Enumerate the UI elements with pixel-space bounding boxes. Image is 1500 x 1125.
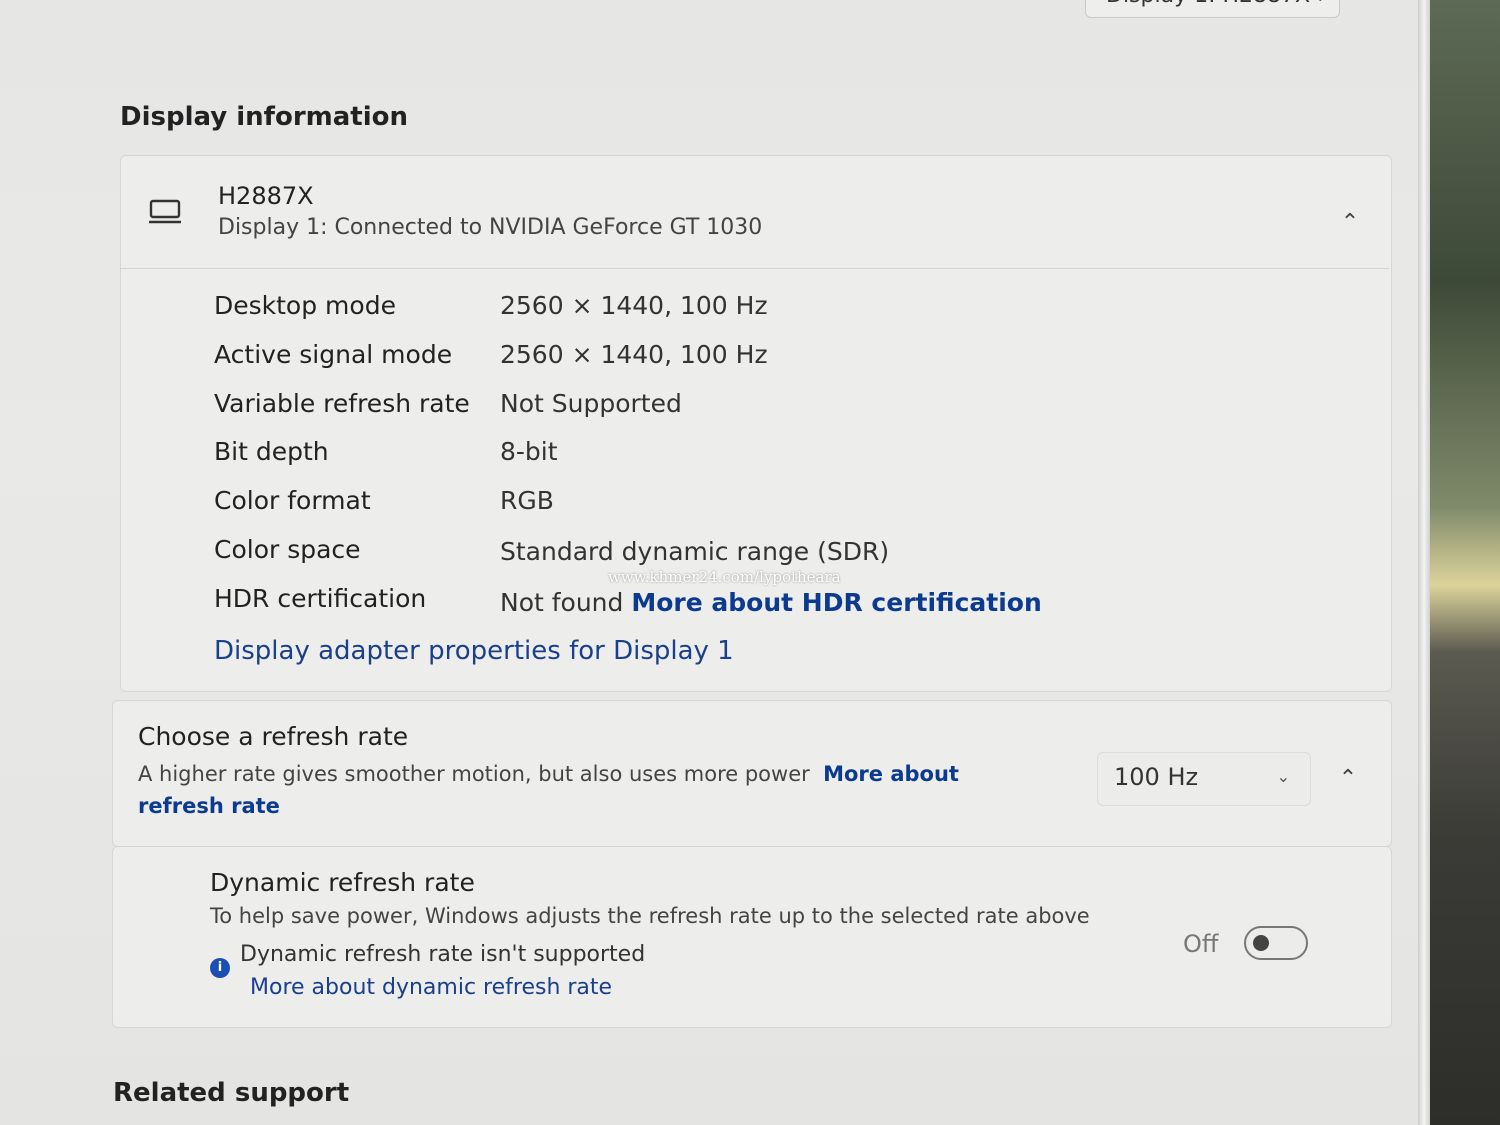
value-color-format: RGB — [500, 486, 554, 515]
section-title-related-support: Related support — [113, 1078, 350, 1108]
dynamic-refresh-note: Dynamic refresh rate isn't supported — [240, 942, 646, 967]
value-bit-depth: 8-bit — [500, 437, 558, 466]
label-hdr-certification: HDR certification — [214, 584, 427, 613]
display-select-value: Display 1: H2887X — [1106, 0, 1310, 8]
display-subtitle: Display 1: Connected to NVIDIA GeForce G… — [218, 215, 763, 240]
display-name: H2887X — [218, 182, 314, 210]
toggle-state-label: Off — [1183, 930, 1219, 958]
divider — [121, 268, 1389, 269]
watermark: www.khmer24.com/lypotheara — [608, 568, 841, 586]
chevron-down-icon: ⌄ — [1276, 767, 1290, 786]
refresh-rate-select[interactable]: 100 Hz ⌄ — [1097, 752, 1311, 806]
display-select[interactable]: Display 1: H2887X ⌄ — [1085, 0, 1340, 18]
dynamic-refresh-description: To help save power, Windows adjusts the … — [210, 904, 1090, 928]
value-desktop-mode: 2560 × 1440, 100 Hz — [500, 291, 768, 320]
value-variable-refresh-rate: Not Supported — [500, 389, 682, 418]
dynamic-refresh-title: Dynamic refresh rate — [210, 868, 475, 897]
label-desktop-mode: Desktop mode — [214, 291, 396, 320]
label-bit-depth: Bit depth — [214, 437, 329, 466]
hdr-status: Not found — [500, 588, 624, 617]
toggle-knob — [1253, 935, 1269, 951]
monitor-icon — [149, 199, 181, 224]
background-outside-screen — [1430, 0, 1500, 1125]
label-color-space: Color space — [214, 535, 361, 564]
settings-window: Display 1: H2887X ⌄ Display information … — [0, 0, 1425, 1125]
value-color-space: Standard dynamic range (SDR) — [500, 537, 890, 566]
section-title-display-information: Display information — [120, 102, 409, 132]
display-adapter-properties-link[interactable]: Display adapter properties for Display 1 — [214, 636, 734, 666]
label-color-format: Color format — [214, 486, 371, 515]
chevron-up-icon[interactable]: ⌃ — [1333, 764, 1363, 794]
refresh-rate-description: A higher rate gives smoother motion, but… — [138, 758, 1018, 822]
dynamic-refresh-link[interactable]: More about dynamic refresh rate — [250, 975, 612, 1000]
refresh-rate-value: 100 Hz — [1114, 763, 1199, 791]
chevron-down-icon: ⌄ — [1314, 0, 1327, 13]
label-active-signal-mode: Active signal mode — [214, 340, 453, 369]
info-icon: i — [210, 958, 230, 978]
value-hdr-certification: Not found More about HDR certification — [500, 588, 1042, 617]
hdr-certification-link[interactable]: More about HDR certification — [631, 588, 1041, 617]
refresh-rate-title: Choose a refresh rate — [138, 722, 409, 751]
label-variable-refresh-rate: Variable refresh rate — [214, 389, 470, 418]
chevron-up-icon[interactable]: ⌃ — [1335, 208, 1365, 238]
refresh-rate-desc-text: A higher rate gives smoother motion, but… — [138, 762, 810, 786]
monitor-bezel — [1418, 0, 1430, 1125]
value-active-signal-mode: 2560 × 1440, 100 Hz — [500, 340, 768, 369]
dynamic-refresh-toggle[interactable] — [1244, 926, 1308, 960]
